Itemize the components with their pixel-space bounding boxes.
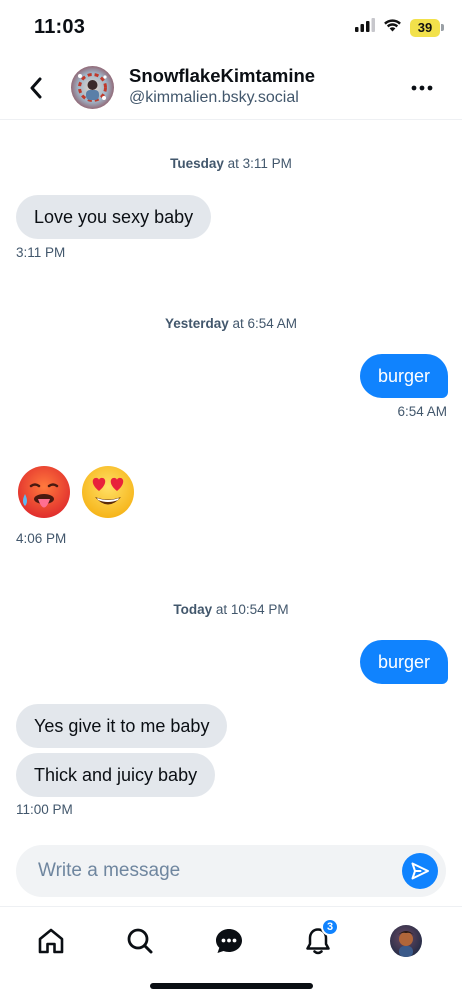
send-button[interactable] [402,853,438,889]
incoming-message-bubble[interactable]: Yes give it to me baby [16,704,228,748]
date-separator-day: Today [173,602,213,617]
wifi-icon [383,18,402,37]
nav-notifications[interactable]: 3 [298,918,339,961]
notifications-badge: 3 [321,918,339,936]
chat-icon [216,929,242,953]
nav-home[interactable] [31,921,71,961]
incoming-message-bubble[interactable]: Love you sexy baby [16,195,212,239]
back-arrow-icon [30,77,42,99]
incoming-emoji-message[interactable] [16,464,136,520]
more-options-button[interactable] [406,72,438,104]
message-composer[interactable] [16,845,446,897]
profile-avatar [390,925,422,957]
outgoing-message-bubble[interactable]: burger [359,354,448,398]
more-icon [411,85,433,91]
battery-level: 39 [410,18,440,37]
date-separator: Today at 10:54 PM [0,602,462,617]
back-button[interactable] [20,72,52,104]
battery-icon: 39 [410,18,444,37]
message-timestamp: 3:11 PM [16,245,66,260]
status-bar: 11:03 39 [0,0,462,56]
nav-search[interactable] [120,921,160,961]
conversation-header: SnowflakeKimtamine @kimmalien.bsky.socia… [0,56,462,120]
date-separator-time: at 6:54 AM [232,316,298,331]
date-separator-time: at 3:11 PM [227,156,292,171]
signal-icon [355,18,375,37]
nav-chat[interactable] [209,921,249,961]
message-timestamp: 4:06 PM [16,531,67,546]
message-list[interactable]: Tuesday at 3:11 PM Love you sexy baby 3:… [0,120,462,840]
date-separator-time: at 10:54 PM [215,602,289,617]
date-separator: Yesterday at 6:54 AM [0,316,462,331]
message-timestamp: 11:00 PM [16,802,73,817]
message-timestamp: 6:54 AM [397,404,447,419]
search-icon [127,928,153,954]
date-separator-day: Tuesday [170,156,224,171]
outgoing-message-bubble[interactable]: burger [359,640,448,684]
home-indicator [150,983,313,989]
incoming-message-bubble[interactable]: Thick and juicy baby [16,753,216,797]
status-icons: 39 [355,18,444,37]
date-separator: Tuesday at 3:11 PM [0,156,462,171]
contact-avatar[interactable] [71,66,114,109]
nav-profile[interactable] [386,921,426,961]
message-input[interactable] [38,845,378,897]
heart-eyes-icon [82,466,134,518]
date-separator-day: Yesterday [164,316,229,331]
send-icon [411,862,429,880]
contact-handle: @kimmalien.bsky.social [129,89,299,106]
hot-face-icon [18,466,70,518]
contact-display-name[interactable]: SnowflakeKimtamine [129,65,315,87]
home-icon [38,928,64,954]
status-time: 11:03 [34,16,86,38]
